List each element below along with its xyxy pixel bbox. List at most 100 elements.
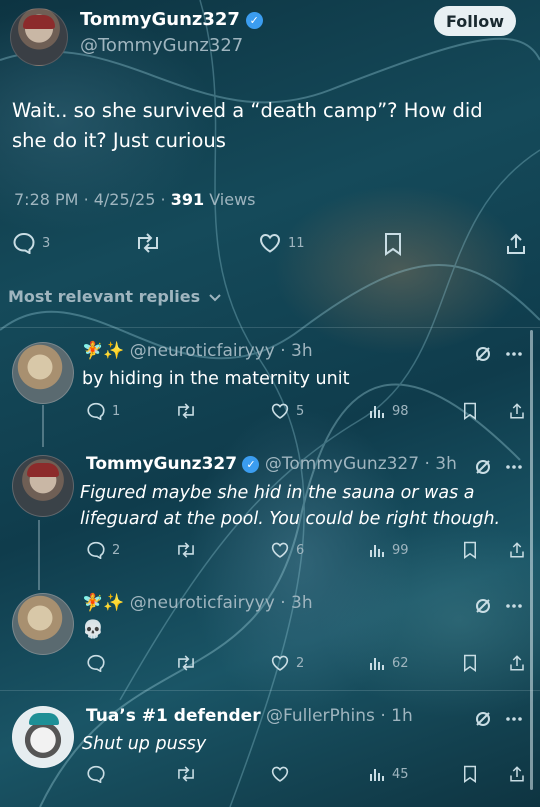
reply-count: 2 — [112, 542, 121, 558]
more-dots-icon — [505, 351, 523, 357]
bookmark-button[interactable] — [462, 541, 478, 559]
more-dots-icon — [505, 716, 523, 722]
bookmark-button[interactable] — [462, 765, 478, 783]
reply-author-name[interactable]: TommyGunz327 — [86, 454, 237, 474]
bookmark-button[interactable] — [383, 232, 403, 256]
bar-chart-icon — [368, 402, 386, 420]
heart-icon — [270, 765, 290, 783]
display-name-emoji[interactable]: 🧚✨ — [82, 593, 124, 613]
follow-button[interactable]: Follow — [434, 6, 516, 36]
reply-header: 🧚✨ @neuroticfairyyy · 3h — [82, 593, 313, 613]
share-icon — [505, 232, 527, 256]
share-icon — [508, 402, 526, 420]
views-button[interactable]: 99 — [368, 541, 409, 559]
reply-button[interactable] — [86, 654, 106, 672]
reply-time[interactable]: 3h — [291, 341, 313, 361]
author-handle[interactable]: @TommyGunz327 — [80, 35, 243, 56]
like-button[interactable] — [270, 765, 290, 783]
share-icon — [508, 765, 526, 783]
grok-button[interactable] — [474, 458, 492, 476]
speech-bubble-icon — [86, 654, 106, 672]
reply-header: 🧚✨ @neuroticfairyyy · 3h — [82, 341, 313, 361]
bar-chart-icon — [368, 541, 386, 559]
more-button[interactable] — [505, 351, 523, 357]
reply-avatar[interactable] — [12, 593, 74, 655]
reply-button[interactable]: 3 — [12, 232, 50, 254]
views-count: 99 — [392, 542, 409, 558]
views-button[interactable]: 98 — [368, 402, 409, 420]
reply-handle[interactable]: @FullerPhins — [266, 706, 375, 726]
reply-text: by hiding in the maternity unit — [82, 369, 350, 389]
replies-sort-dropdown[interactable]: Most relevant replies — [8, 287, 222, 307]
reply-button[interactable] — [86, 765, 106, 783]
bookmark-icon — [462, 541, 478, 559]
bookmark-button[interactable] — [462, 654, 478, 672]
views-button[interactable]: 62 — [368, 654, 409, 672]
reply-time[interactable]: 1h — [391, 706, 413, 726]
share-button[interactable] — [505, 232, 527, 256]
scrollbar[interactable] — [530, 330, 533, 790]
views-count: 45 — [392, 766, 409, 782]
tweet-meta: 7:28 PM · 4/25/25 · 391 Views — [14, 190, 256, 209]
like-count: 6 — [296, 542, 305, 558]
like-button[interactable]: 5 — [270, 402, 304, 420]
bookmark-button[interactable] — [462, 402, 478, 420]
tweet-date[interactable]: 4/25/25 — [94, 190, 156, 209]
bookmark-icon — [383, 232, 403, 256]
author-name-row[interactable]: TommyGunz327 ✓ — [80, 9, 263, 30]
speech-bubble-icon — [86, 765, 106, 783]
views-count: 391 — [170, 190, 205, 209]
like-button[interactable]: 2 — [270, 654, 304, 672]
more-dots-icon — [505, 464, 523, 470]
reply-button[interactable]: 1 — [86, 402, 120, 420]
reply-handle[interactable]: @TommyGunz327 — [265, 454, 419, 474]
display-name-emoji[interactable]: 🧚✨ — [82, 341, 124, 361]
retweet-icon — [175, 765, 197, 783]
tweet-time[interactable]: 7:28 PM — [14, 190, 78, 209]
like-button[interactable]: 11 — [258, 232, 305, 254]
more-button[interactable] — [505, 716, 523, 722]
views-button[interactable]: 45 — [368, 765, 409, 783]
grok-button[interactable] — [474, 345, 492, 363]
reply-avatar[interactable] — [12, 342, 74, 404]
retweet-button[interactable] — [175, 402, 197, 420]
bar-chart-icon — [368, 765, 386, 783]
share-icon — [508, 541, 526, 559]
views-count: 62 — [392, 655, 409, 671]
thread-line — [38, 520, 40, 590]
retweet-button[interactable] — [175, 654, 197, 672]
reply-avatar[interactable] — [12, 455, 74, 517]
grok-button[interactable] — [474, 597, 492, 615]
reply-handle[interactable]: @neuroticfairyyy — [130, 341, 275, 361]
reply-time[interactable]: 3h — [435, 454, 457, 474]
grok-icon — [474, 597, 492, 615]
retweet-button[interactable] — [175, 541, 197, 559]
more-button[interactable] — [505, 603, 523, 609]
reply-time[interactable]: 3h — [291, 593, 313, 613]
share-icon — [508, 654, 526, 672]
tweet-text: Wait.. so she survived a “death camp”? H… — [12, 99, 483, 152]
retweet-button[interactable] — [134, 232, 162, 254]
retweet-icon — [175, 402, 197, 420]
heart-icon — [270, 402, 290, 420]
replies-sort-label: Most relevant replies — [8, 287, 201, 306]
reply-avatar[interactable] — [12, 706, 74, 768]
reply-author-name[interactable]: Tua’s #1 defender — [86, 706, 261, 726]
share-button[interactable] — [508, 541, 526, 559]
share-button[interactable] — [508, 402, 526, 420]
grok-button[interactable] — [474, 710, 492, 728]
reply-button[interactable]: 2 — [86, 541, 120, 559]
like-button[interactable]: 6 — [270, 541, 304, 559]
share-button[interactable] — [508, 765, 526, 783]
share-button[interactable] — [508, 654, 526, 672]
retweet-button[interactable] — [175, 765, 197, 783]
reply-text: Shut up pussy — [82, 734, 207, 754]
speech-bubble-icon — [86, 402, 106, 420]
author-name[interactable]: TommyGunz327 — [80, 9, 240, 30]
author-avatar[interactable] — [10, 8, 68, 66]
reply-handle[interactable]: @neuroticfairyyy — [130, 593, 275, 613]
more-button[interactable] — [505, 464, 523, 470]
like-count: 5 — [296, 403, 305, 419]
speech-bubble-icon — [12, 232, 36, 254]
retweet-icon — [134, 232, 162, 254]
